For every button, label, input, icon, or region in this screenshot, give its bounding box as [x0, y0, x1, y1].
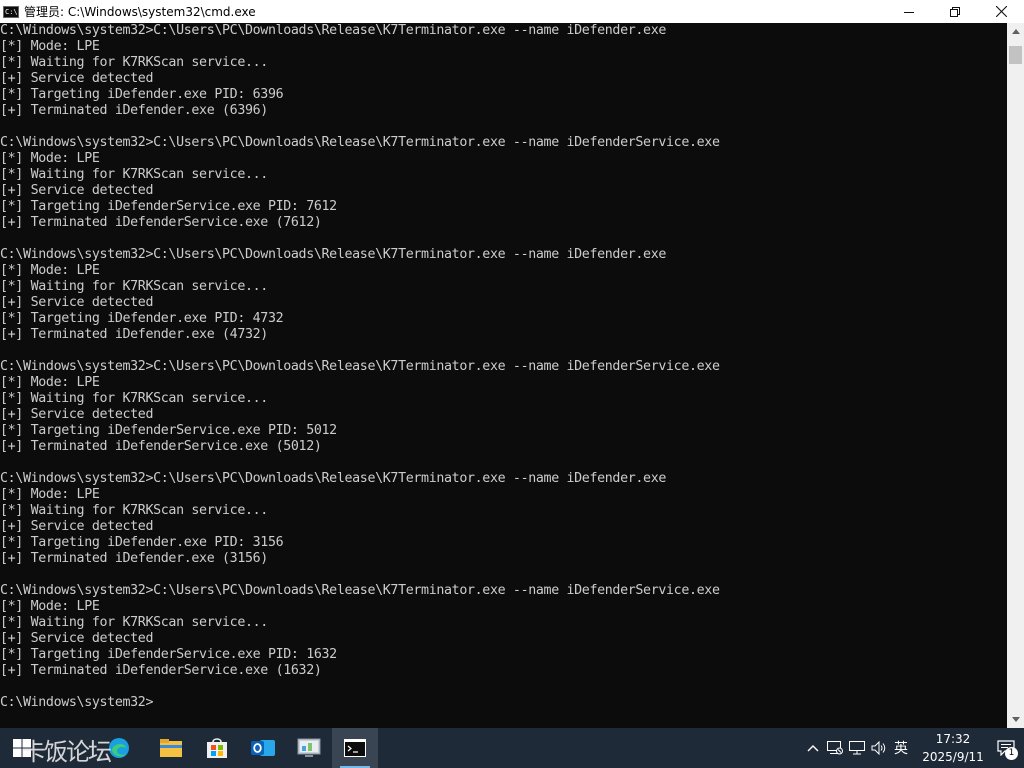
network-monitor-icon	[827, 741, 843, 755]
scrollbar-thumb[interactable]	[1009, 46, 1022, 64]
console-text[interactable]: C:\Windows\system32>C:\Users\PC\Download…	[0, 23, 1007, 711]
cmd-icon: C:\	[3, 5, 19, 18]
control-panel-icon	[297, 738, 321, 757]
tray-network-monitor[interactable]	[824, 728, 846, 768]
taskbar: 英 17:32 2025/9/11 1	[0, 728, 1024, 768]
edge-icon	[109, 738, 129, 758]
cmd-icon	[344, 739, 366, 757]
taskbar-file-explorer[interactable]	[148, 728, 194, 768]
vertical-scrollbar[interactable]	[1007, 23, 1024, 728]
outlook-icon	[251, 740, 275, 756]
show-hidden-icons-button[interactable]	[802, 728, 824, 768]
scroll-up-icon	[1011, 29, 1020, 34]
notification-center-button[interactable]: 1	[988, 728, 1024, 768]
taskbar-control-panel[interactable]	[286, 728, 332, 768]
network-icon	[849, 741, 865, 755]
clock[interactable]: 17:32 2025/9/11	[918, 730, 988, 766]
minimize-button[interactable]	[886, 0, 932, 23]
scroll-up-button[interactable]	[1007, 23, 1024, 40]
taskbar-outlook[interactable]	[240, 728, 286, 768]
taskbar-store[interactable]	[194, 728, 240, 768]
taskbar-cmd[interactable]	[332, 728, 378, 768]
minimize-icon	[904, 11, 914, 13]
close-icon	[995, 6, 1007, 17]
maximize-button[interactable]	[932, 0, 978, 23]
microsoft-store-icon	[207, 738, 227, 758]
window-controls	[886, 0, 1024, 23]
chevron-up-icon	[807, 745, 819, 752]
window-title-bar[interactable]: C:\ 管理员: C:\Windows\system32\cmd.exe	[0, 0, 1024, 23]
scroll-down-icon	[1011, 717, 1020, 722]
file-explorer-icon	[160, 739, 182, 757]
maximize-icon	[950, 6, 960, 17]
scroll-down-button[interactable]	[1007, 711, 1024, 728]
clock-time: 17:32	[935, 732, 971, 746]
tray-volume[interactable]	[868, 728, 890, 768]
tray-network[interactable]	[846, 728, 868, 768]
window-title: 管理员: C:\Windows\system32\cmd.exe	[24, 5, 256, 19]
notification-count-badge: 1	[1005, 747, 1018, 760]
close-button[interactable]	[978, 0, 1024, 23]
console-output-area[interactable]: C:\Windows\system32>C:\Users\PC\Download…	[0, 23, 1007, 728]
volume-icon	[871, 741, 886, 755]
system-tray: 英 17:32 2025/9/11 1	[802, 728, 1024, 768]
clock-date: 2025/9/11	[922, 750, 984, 764]
watermark-text: 卡饭论坛	[22, 738, 112, 766]
input-language-indicator[interactable]: 英	[890, 738, 912, 758]
